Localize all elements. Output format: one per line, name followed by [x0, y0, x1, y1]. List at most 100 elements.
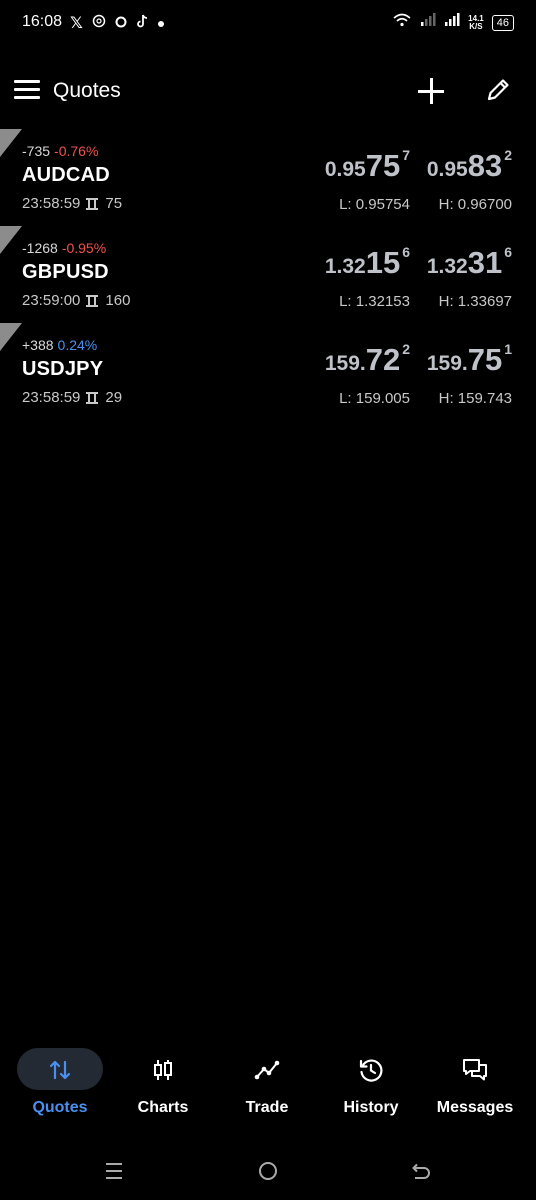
spread-value: 160	[105, 292, 131, 309]
dot-icon	[157, 15, 165, 32]
app-header: Quotes	[0, 72, 536, 112]
symbol-name: GBPUSD	[22, 261, 109, 283]
trend-line-icon	[254, 1060, 280, 1080]
status-right: 14.1 K/S 46	[392, 12, 514, 33]
quote-meta: 23:59:00 160	[22, 292, 130, 309]
quote-time: 23:59:00	[22, 292, 81, 309]
ask-price-pip: 6	[504, 244, 512, 260]
bid-price-prefix: 0.95	[324, 158, 366, 181]
status-bar: 16:08 𝕏 14.1 K/S 46	[0, 0, 536, 48]
bid-price[interactable]: 159.72 2	[325, 341, 410, 381]
spread-value: 29	[105, 389, 123, 406]
bid-price-prefix: 1.32	[324, 255, 366, 278]
daily-change: -1268 -0.95%	[22, 240, 106, 256]
nav-label: Charts	[137, 1099, 189, 1116]
openai-icon	[92, 14, 106, 32]
pencil-icon	[487, 79, 509, 101]
back-icon	[412, 1163, 430, 1179]
notification-icons: 𝕏	[70, 13, 165, 33]
bid-price-pip: 7	[402, 147, 410, 163]
ask-price[interactable]: 0.9583 2	[427, 147, 512, 187]
circle-icon	[115, 15, 127, 32]
low-price: L: 1.32153	[339, 293, 410, 310]
bid-price-pip: 6	[402, 244, 410, 260]
ask-price-prefix: 0.95	[426, 158, 468, 181]
signal-1-icon	[420, 13, 436, 32]
quote-row-usdjpy[interactable]: +388 0.24% USDJPY 23:58:59 29 159.72 2 159…	[0, 323, 536, 420]
change-percent: 0.24%	[57, 337, 98, 353]
spread-value: 75	[105, 195, 123, 212]
recents-icon	[106, 1163, 122, 1179]
add-symbol-button[interactable]	[414, 74, 448, 108]
bid-price[interactable]: 1.3215 6	[325, 244, 410, 284]
nav-charts[interactable]: Charts	[111, 1046, 215, 1126]
wifi-icon	[392, 12, 412, 33]
change-percent: -0.95%	[61, 240, 107, 256]
ask-price[interactable]: 159.75 1	[427, 341, 512, 381]
arrows-up-down-icon	[49, 1060, 71, 1080]
change-points: -1268	[22, 240, 58, 256]
ask-price-main: 83	[467, 148, 503, 183]
signal-2-icon	[444, 13, 460, 32]
change-points: -735	[22, 143, 51, 159]
tiktok-icon	[136, 14, 148, 32]
nav-messages[interactable]: Messages	[423, 1046, 527, 1126]
recents-button[interactable]	[101, 1158, 127, 1184]
daily-change: -735 -0.76%	[22, 143, 98, 159]
x-icon: 𝕏	[70, 15, 83, 32]
nav-quotes[interactable]: Quotes	[8, 1046, 112, 1126]
spread-icon	[86, 197, 99, 210]
change-percent: -0.76%	[54, 143, 99, 159]
home-icon	[259, 1162, 277, 1180]
low-price: L: 159.005	[339, 390, 410, 407]
messages-icon	[463, 1059, 487, 1081]
high-price: H: 1.33697	[438, 293, 512, 310]
quote-meta: 23:58:59 29	[22, 389, 122, 406]
screen: 16:08 𝕏 14.1 K/S 46 Quotes -735 -0.76% A…	[0, 0, 536, 1200]
page-title: Quotes	[53, 79, 121, 102]
menu-icon	[14, 80, 40, 83]
nav-history[interactable]: History	[319, 1046, 423, 1126]
ask-price-pip: 2	[504, 147, 512, 163]
back-button[interactable]	[408, 1158, 434, 1184]
ask-price-prefix: 159.	[426, 352, 468, 375]
ask-price-main: 75	[467, 342, 503, 377]
symbol-name: AUDCAD	[22, 164, 110, 186]
menu-button[interactable]	[14, 80, 40, 102]
high-price: H: 159.743	[438, 390, 512, 407]
ask-price-prefix: 1.32	[426, 255, 468, 278]
home-button[interactable]	[255, 1158, 281, 1184]
corner-marker	[0, 129, 22, 157]
bid-price-main: 75	[365, 148, 401, 183]
quote-time: 23:58:59	[22, 195, 81, 212]
ask-price-main: 31	[467, 245, 503, 280]
quote-meta: 23:58:59 75	[22, 195, 122, 212]
change-points: +388	[22, 337, 54, 353]
bid-price-main: 72	[365, 342, 401, 377]
low-price: L: 0.95754	[339, 196, 410, 213]
ask-price[interactable]: 1.3231 6	[427, 244, 512, 284]
quote-row-audcad[interactable]: -735 -0.76% AUDCAD 23:58:59 75 0.9575 7 0.…	[0, 129, 536, 226]
spread-icon	[86, 391, 99, 404]
edit-button[interactable]	[484, 76, 516, 108]
quote-time: 23:58:59	[22, 389, 81, 406]
nav-label: Quotes	[32, 1099, 88, 1116]
high-price: H: 0.96700	[438, 196, 512, 213]
nav-trade[interactable]: Trade	[215, 1046, 319, 1126]
corner-marker	[0, 323, 22, 351]
symbol-name: USDJPY	[22, 358, 104, 380]
bid-price-pip: 2	[402, 341, 410, 357]
battery-indicator: 46	[491, 14, 514, 31]
network-speed-unit: K/S	[469, 21, 483, 31]
history-icon	[359, 1059, 383, 1082]
nav-label: History	[343, 1099, 399, 1116]
bid-price-prefix: 159.	[324, 352, 366, 375]
bid-price[interactable]: 0.9575 7	[325, 147, 410, 187]
nav-label: Messages	[436, 1099, 514, 1116]
quote-row-gbpusd[interactable]: -1268 -0.95% GBPUSD 23:59:00 160 1.3215 6 …	[0, 226, 536, 323]
ask-price-pip: 1	[504, 341, 512, 357]
spread-icon	[86, 294, 99, 307]
status-time: 16:08	[22, 13, 63, 30]
candlestick-icon	[154, 1060, 172, 1080]
network-speed: 14.1 K/S	[468, 14, 484, 31]
